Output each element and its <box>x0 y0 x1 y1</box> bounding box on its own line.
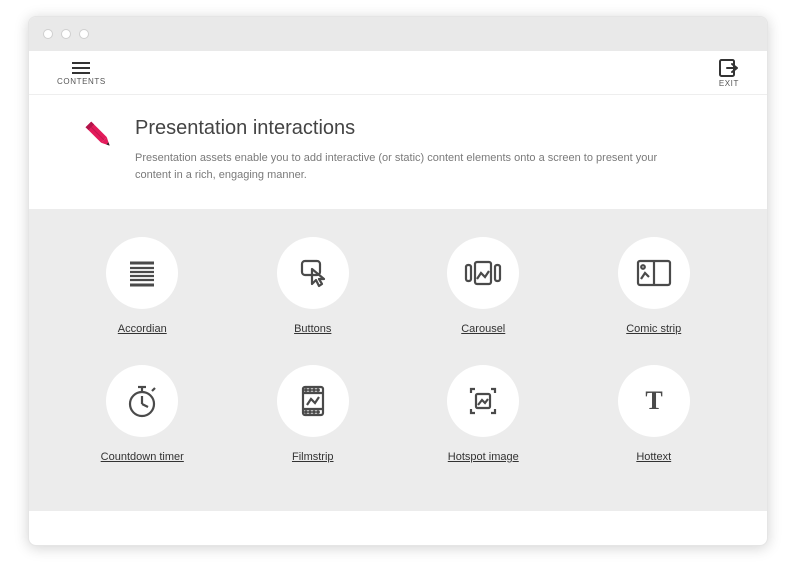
card-icon-circle: T <box>618 365 690 437</box>
card-label: Filmstrip <box>292 451 334 463</box>
page-description: Presentation assets enable you to add in… <box>135 150 695 183</box>
card-icon-circle <box>618 237 690 309</box>
window-control-dot[interactable] <box>79 29 89 39</box>
hotspot-image-icon <box>465 383 501 419</box>
card-countdown-timer[interactable]: Countdown timer <box>97 357 188 471</box>
card-label: Hotspot image <box>448 451 519 463</box>
accordion-icon <box>124 255 160 291</box>
interaction-grid-wrapper: Accordian Buttons <box>29 209 767 511</box>
contents-button[interactable]: CONTENTS <box>57 61 106 86</box>
hottext-icon: T <box>637 384 671 418</box>
page-header-text: Presentation interactions Presentation a… <box>135 117 695 183</box>
card-comic-strip[interactable]: Comic strip <box>614 229 694 343</box>
exit-button[interactable]: EXIT <box>719 59 739 88</box>
comic-strip-icon <box>634 257 674 289</box>
exit-icon <box>719 59 739 77</box>
card-icon-circle <box>106 365 178 437</box>
hamburger-icon <box>71 61 91 75</box>
card-icon-circle <box>447 237 519 309</box>
card-hotspot-image[interactable]: Hotspot image <box>443 357 523 471</box>
browser-titlebar <box>29 17 767 51</box>
interaction-grid: Accordian Buttons <box>63 229 733 471</box>
contents-label: CONTENTS <box>57 77 106 86</box>
page-title: Presentation interactions <box>135 117 695 140</box>
window-control-dot[interactable] <box>43 29 53 39</box>
svg-text:T: T <box>645 386 662 415</box>
pencil-icon <box>81 117 117 153</box>
app-window: CONTENTS EXIT <box>28 16 768 546</box>
window-control-dot[interactable] <box>61 29 71 39</box>
card-label: Accordian <box>118 323 167 335</box>
card-accordion[interactable]: Accordian <box>102 229 182 343</box>
card-filmstrip[interactable]: Filmstrip <box>273 357 353 471</box>
card-icon-circle <box>277 237 349 309</box>
card-label: Comic strip <box>626 323 681 335</box>
card-hottext[interactable]: T Hottext <box>614 357 694 471</box>
card-icon-circle <box>447 365 519 437</box>
card-label: Carousel <box>461 323 505 335</box>
card-icon-circle <box>106 237 178 309</box>
topbar: CONTENTS EXIT <box>29 51 767 95</box>
card-label: Buttons <box>294 323 331 335</box>
card-icon-circle <box>277 365 349 437</box>
countdown-timer-icon <box>125 383 159 419</box>
buttons-icon <box>295 255 331 291</box>
exit-label: EXIT <box>719 79 739 88</box>
page-header: Presentation interactions Presentation a… <box>29 95 767 209</box>
card-label: Hottext <box>636 451 671 463</box>
card-carousel[interactable]: Carousel <box>443 229 523 343</box>
card-buttons[interactable]: Buttons <box>273 229 353 343</box>
card-label: Countdown timer <box>101 451 184 463</box>
filmstrip-icon <box>298 383 328 419</box>
carousel-icon <box>463 255 503 291</box>
